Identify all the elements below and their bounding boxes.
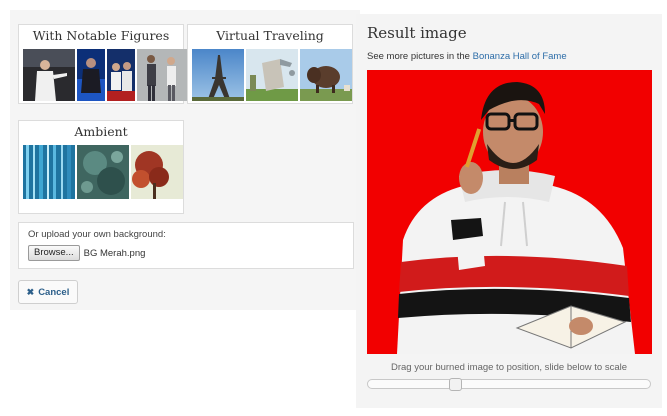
burned-person-image[interactable] <box>367 70 652 354</box>
thumbnail-autumn-tree[interactable] <box>131 145 183 199</box>
result-image-canvas[interactable] <box>367 70 652 354</box>
cancel-button[interactable]: ✖ Cancel <box>18 280 78 304</box>
close-icon: ✖ <box>26 286 35 297</box>
thumbnail-two-men-seated[interactable] <box>107 49 135 101</box>
thumbnail-bison-statue[interactable] <box>300 49 352 101</box>
category-ambient: Ambient <box>18 120 184 214</box>
scale-slider[interactable] <box>367 378 651 391</box>
scale-slider-handle[interactable] <box>449 378 462 391</box>
upload-background-box: Or upload your own background: Browse...… <box>18 222 354 269</box>
result-subtitle: See more pictures in the Bonanza Hall of… <box>367 51 567 62</box>
result-title: Result image <box>367 24 467 42</box>
category-notable-figures: With Notable Figures <box>18 24 189 104</box>
thumbnail-leaning-tower[interactable] <box>246 49 298 101</box>
thumbnail-speaker-on-stage[interactable] <box>23 49 75 101</box>
category-title: Ambient <box>74 124 128 139</box>
subtitle-text: See more pictures in the <box>367 51 473 62</box>
upload-label: Or upload your own background: <box>28 229 166 240</box>
thumbnail-blue-water-streaks[interactable] <box>23 145 75 199</box>
browse-button[interactable]: Browse... <box>28 245 80 261</box>
thumbnail-teal-underwater[interactable] <box>77 145 129 199</box>
cancel-label: Cancel <box>38 286 70 298</box>
category-title: Virtual Traveling <box>216 28 324 43</box>
thumbnail-people-walking[interactable] <box>137 49 189 101</box>
hall-of-fame-link[interactable]: Bonanza Hall of Fame <box>473 51 567 62</box>
category-virtual-traveling: Virtual Traveling <box>187 24 353 104</box>
thumbnail-eiffel-tower[interactable] <box>192 49 244 101</box>
thumbnail-presenter-in-blue-light[interactable] <box>77 49 105 101</box>
drag-hint: Drag your burned image to position, slid… <box>390 362 628 373</box>
category-title: With Notable Figures <box>32 28 170 43</box>
selected-file-name: BG Merah.png <box>83 247 146 259</box>
